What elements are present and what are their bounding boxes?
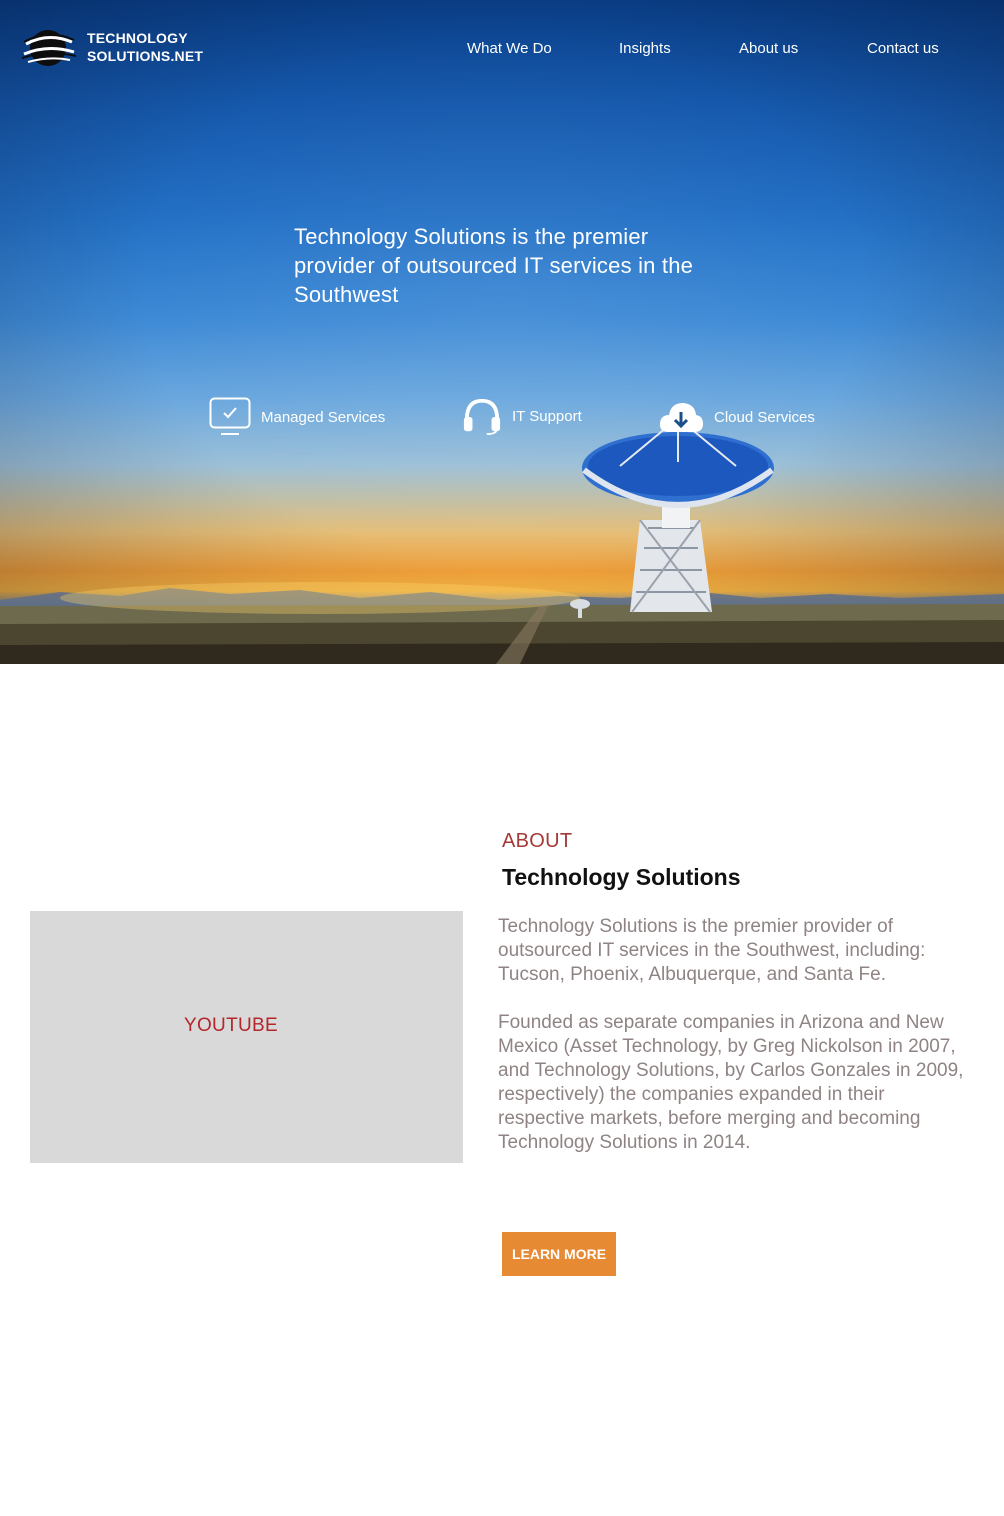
youtube-video-placeholder[interactable]: YOUTUBE — [30, 911, 463, 1163]
learn-more-button[interactable]: LEARN MORE — [502, 1232, 616, 1276]
radio-telescope — [582, 414, 774, 613]
about-title: Technology Solutions — [502, 864, 741, 890]
service-cloud-services[interactable]: Cloud Services — [658, 400, 815, 434]
about-kicker: ABOUT — [502, 830, 573, 852]
service-managed-services[interactable]: Managed Services — [209, 397, 385, 437]
nav-item-insights[interactable]: Insights — [619, 40, 671, 57]
about-paragraph-2: Founded as separate companies in Arizona… — [498, 1012, 964, 1153]
hero-background-image — [0, 414, 1004, 664]
hero-headline: Technology Solutions is the premier prov… — [294, 224, 694, 307]
monitor-check-icon — [209, 397, 251, 435]
nav-item-about-us[interactable]: About us — [739, 40, 798, 57]
nav-item-what-we-do[interactable]: What We Do — [467, 40, 552, 57]
about-paragraph-1: Technology Solutions is the premier prov… — [498, 916, 926, 985]
about-body: Technology Solutions is the premier prov… — [498, 915, 968, 1179]
service-label: Cloud Services — [714, 408, 815, 426]
service-label: Managed Services — [261, 408, 386, 426]
headset-icon — [463, 398, 501, 436]
video-label: YOUTUBE — [184, 1015, 278, 1036]
nav-item-contact-us[interactable]: Contact us — [867, 40, 939, 57]
cloud-download-icon — [659, 403, 703, 432]
main-nav: What We Do Insights About us Contact us — [0, 40, 1004, 64]
hero-section: TECHNOLOGY SOLUTIONS.NET What We Do Insi… — [0, 0, 1004, 664]
service-it-support[interactable]: IT Support — [462, 396, 582, 436]
service-label: IT Support — [512, 407, 582, 425]
